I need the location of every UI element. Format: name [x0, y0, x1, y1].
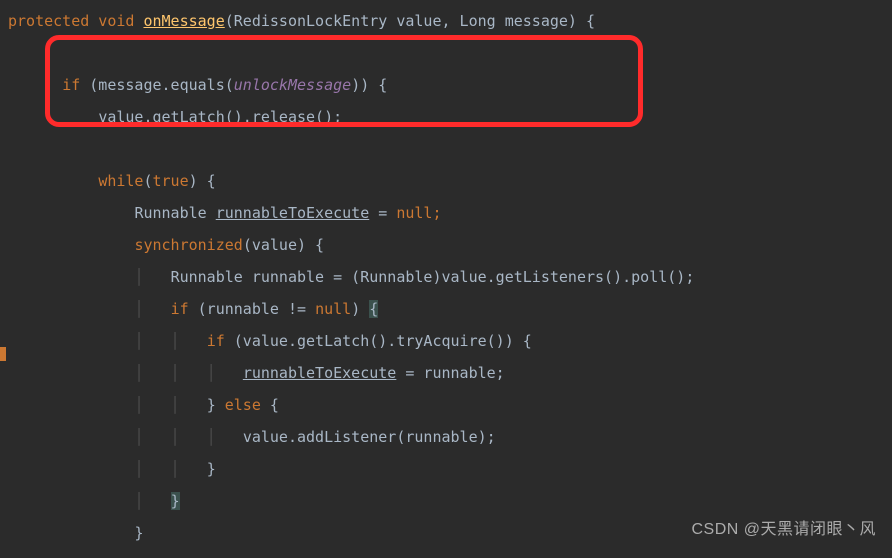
code-token: value.addListener(runnable);	[243, 428, 496, 446]
code-token: Runnable runnable = (Runnable)value.getL…	[171, 268, 695, 286]
code-token: (message.equals(	[89, 76, 234, 94]
keyword-while: while	[98, 172, 143, 190]
keyword-if: if	[62, 76, 89, 94]
code-token: value.getLatch().release();	[98, 108, 342, 126]
code-token: = runnable;	[396, 364, 504, 382]
code-token: (	[143, 172, 152, 190]
keyword-if: if	[171, 300, 198, 318]
gutter-indicator	[0, 347, 6, 361]
identifier: runnableToExecute	[243, 364, 397, 382]
code-token: (value) {	[243, 236, 324, 254]
keyword-true: true	[153, 172, 189, 190]
keyword-null: null	[315, 300, 351, 318]
code-token: (RedissonLockEntry value, Long message) …	[225, 12, 595, 30]
code-token: ;	[432, 204, 441, 222]
code-token: ) {	[189, 172, 216, 190]
code-token: )) {	[351, 76, 387, 94]
identifier: unlockMessage	[234, 76, 351, 94]
code-token: protected void	[8, 12, 143, 30]
code-token: (value.getLatch().tryAcquire()) {	[234, 332, 532, 350]
keyword-else: else	[225, 396, 270, 414]
keyword-if: if	[207, 332, 234, 350]
code-token: }	[134, 524, 143, 542]
code-token: {	[270, 396, 279, 414]
brace-highlight: }	[171, 492, 180, 510]
identifier: runnableToExecute	[216, 204, 370, 222]
code-token: )	[351, 300, 369, 318]
keyword-null: null	[396, 204, 432, 222]
brace-highlight: {	[369, 300, 378, 318]
code-token: (runnable !=	[198, 300, 315, 318]
code-token: =	[369, 204, 396, 222]
code-token: }	[207, 396, 225, 414]
code-editor[interactable]: protected void onMessage(RedissonLockEnt…	[0, 0, 892, 549]
watermark-text: CSDN @天黑请闭眼丶风	[691, 514, 876, 546]
code-token: Runnable	[134, 204, 215, 222]
code-token: }	[207, 460, 216, 478]
keyword-sync: synchronized	[134, 236, 242, 254]
method-name: onMessage	[143, 12, 224, 30]
